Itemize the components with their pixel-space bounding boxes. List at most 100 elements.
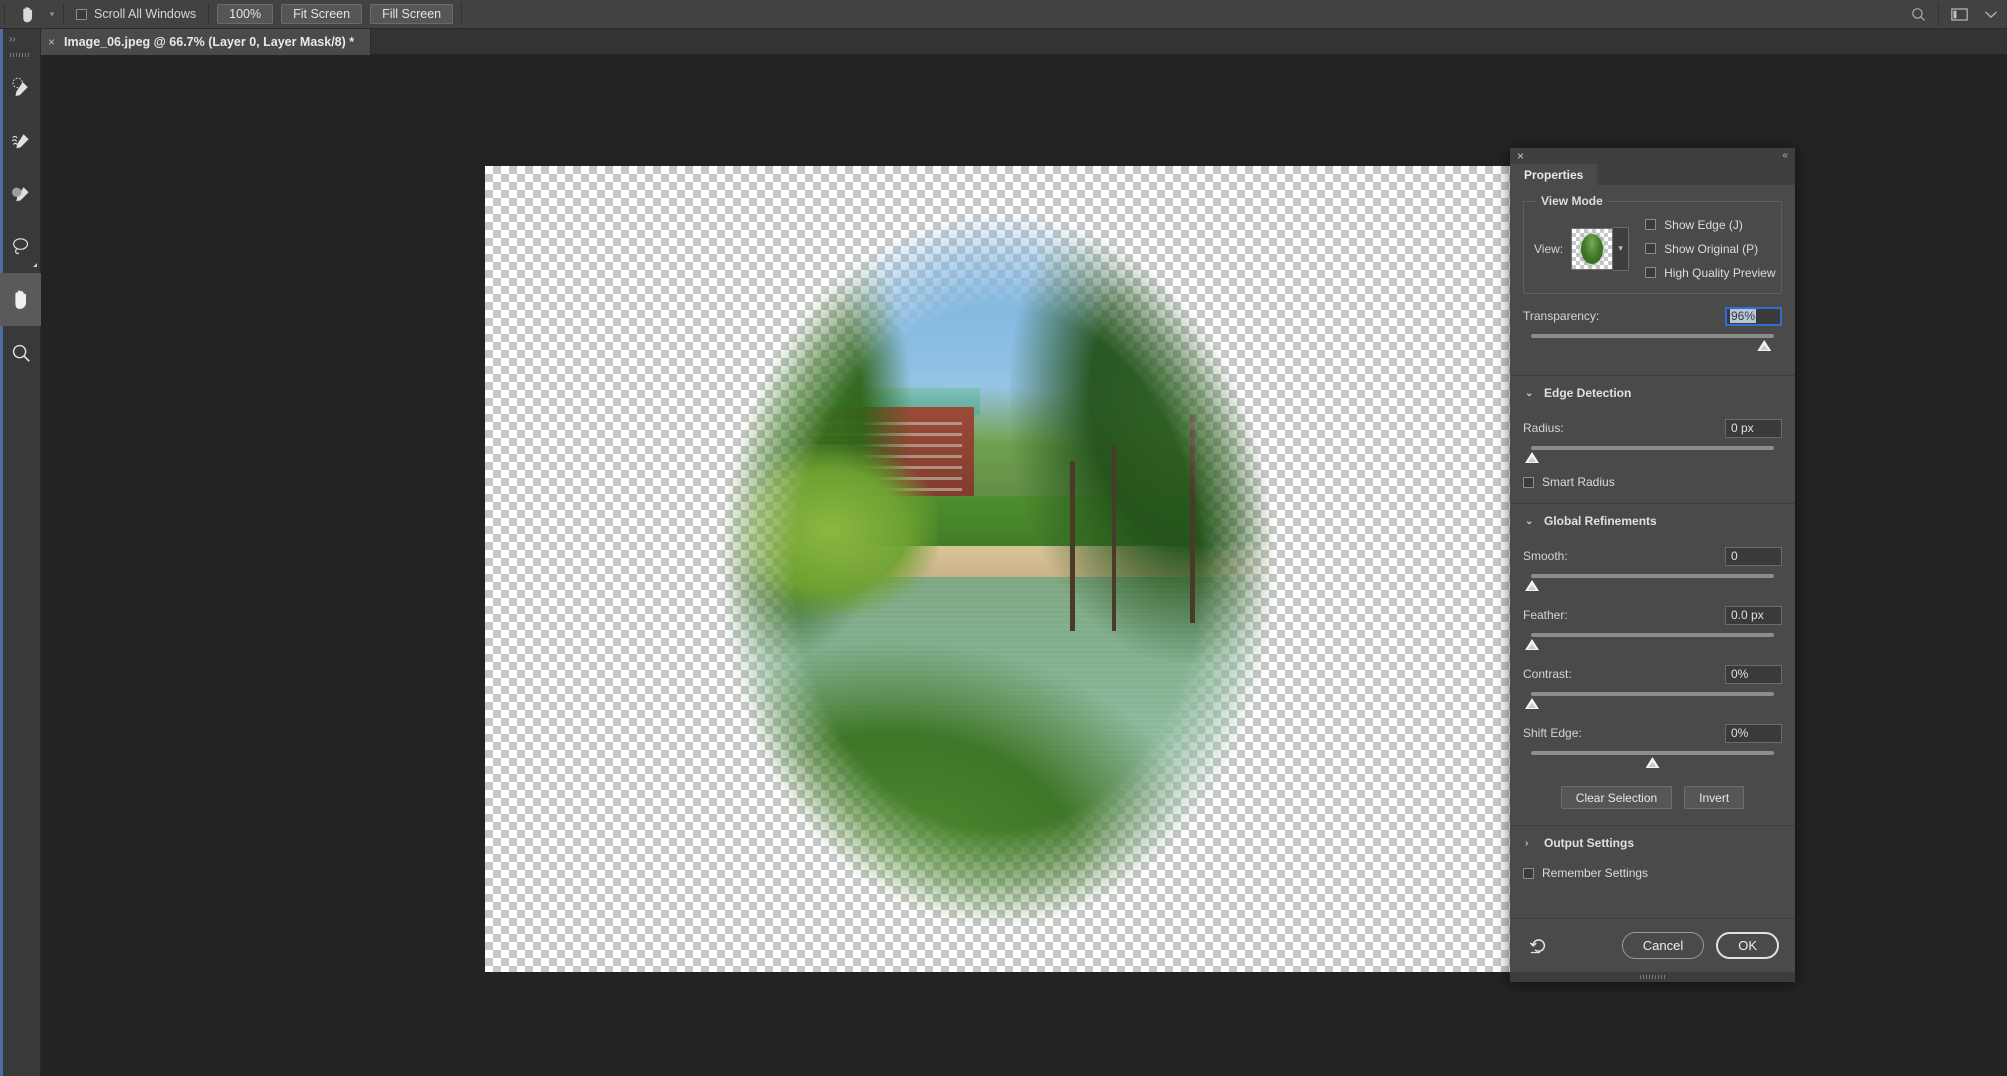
hand-tool-icon[interactable] <box>9 0 45 29</box>
output-settings-header[interactable]: › Output Settings <box>1523 830 1782 856</box>
show-original-label: Show Original (P) <box>1664 241 1759 256</box>
options-bar-divider-4 <box>461 3 463 25</box>
checkbox-box <box>1645 267 1657 278</box>
view-selector[interactable]: View: ▾ <box>1534 226 1630 271</box>
document-tab-title: Image_06.jpeg @ 66.7% (Layer 0, Layer Ma… <box>64 35 355 49</box>
workspace-chevron-down-icon[interactable] <box>1975 0 2007 29</box>
slider-knob[interactable] <box>1525 639 1539 650</box>
view-mode-checkboxes: Show Edge (J) Show Original (P) High Qua… <box>1645 218 1776 280</box>
panel-collapse-icon[interactable]: « <box>1782 150 1787 162</box>
tab-properties[interactable]: Properties <box>1510 164 1598 185</box>
cancel-button[interactable]: Cancel <box>1621 932 1705 959</box>
panel-tab-strip: Properties <box>1510 164 1795 185</box>
tree-trunk-3 <box>1190 414 1195 624</box>
refine-edge-brush-tool[interactable] <box>0 114 41 167</box>
contrast-slider[interactable] <box>1523 689 1782 711</box>
global-refinements-header[interactable]: ⌄ Global Refinements <box>1523 508 1782 534</box>
high-quality-preview-label: High Quality Preview <box>1664 265 1776 280</box>
close-icon[interactable]: × <box>48 36 55 48</box>
refinement-buttons: Clear Selection Invert <box>1510 786 1795 809</box>
section-divider-3 <box>1510 825 1795 826</box>
checkbox-box <box>1523 476 1534 488</box>
options-bar-divider-2 <box>63 3 64 25</box>
contrast-input[interactable]: 0% <box>1725 664 1782 684</box>
shift-edge-slider[interactable] <box>1523 748 1782 770</box>
transparency-slider[interactable] <box>1523 331 1782 353</box>
remember-settings-label: Remember Settings <box>1542 866 1649 880</box>
document-tab[interactable]: × Image_06.jpeg @ 66.7% (Layer 0, Layer … <box>40 29 372 55</box>
feather-slider[interactable] <box>1523 630 1782 652</box>
global-refinements-title: Global Refinements <box>1544 514 1657 528</box>
feather-input[interactable]: 0.0 px <box>1725 605 1782 625</box>
document-canvas[interactable] <box>485 166 1511 972</box>
radius-row: Radius: 0 px <box>1510 418 1795 465</box>
fit-screen-button[interactable]: Fit Screen <box>281 4 363 24</box>
radius-slider[interactable] <box>1523 443 1782 465</box>
section-divider-1 <box>1510 375 1795 376</box>
transparency-value: 96% <box>1730 309 1757 323</box>
reset-arrow-icon[interactable] <box>1526 933 1552 959</box>
invert-button[interactable]: Invert <box>1684 786 1745 809</box>
smart-radius-checkbox[interactable]: Smart Radius <box>1523 475 1782 489</box>
feather-row: Feather: 0.0 px <box>1510 605 1795 652</box>
slider-track <box>1531 446 1774 450</box>
high-quality-preview-checkbox[interactable]: High Quality Preview <box>1645 265 1776 280</box>
brush-tool[interactable] <box>0 167 41 220</box>
shift-edge-row: Shift Edge: 0% <box>1510 723 1795 770</box>
zoom-100-button[interactable]: 100% <box>217 4 274 24</box>
feather-label: Feather: <box>1523 608 1568 622</box>
show-edge-checkbox[interactable]: Show Edge (J) <box>1645 218 1775 232</box>
panel-body: View Mode View: ▾ Show Edge (J) Show Ori… <box>1510 185 1795 880</box>
view-mode-group: View Mode View: ▾ Show Edge (J) Show Ori… <box>1523 194 1782 294</box>
search-icon[interactable] <box>1902 0 1934 29</box>
scroll-all-windows-checkbox[interactable]: Scroll All Windows <box>68 7 204 21</box>
view-chevron-down-icon[interactable]: ▾ <box>1613 226 1630 271</box>
properties-panel: × « Properties View Mode View: ▾ Show Ed… <box>1510 148 1795 982</box>
edge-detection-header[interactable]: ⌄ Edge Detection <box>1523 380 1782 406</box>
smooth-slider[interactable] <box>1523 571 1782 593</box>
slider-track <box>1531 692 1774 696</box>
slider-knob[interactable] <box>1757 340 1772 351</box>
smooth-input[interactable]: 0 <box>1725 546 1782 566</box>
clear-selection-button[interactable]: Clear Selection <box>1560 786 1673 809</box>
view-label: View: <box>1534 241 1564 256</box>
view-preview-oval <box>1581 233 1604 264</box>
twirl-down-icon: ⌄ <box>1525 515 1534 527</box>
fill-screen-button[interactable]: Fill Screen <box>370 4 454 24</box>
shift-edge-input[interactable]: 0% <box>1725 723 1782 743</box>
tree-trunk-1 <box>1070 460 1075 631</box>
radius-input[interactable]: 0 px <box>1725 418 1782 438</box>
panel-resize-grip[interactable] <box>1510 972 1795 982</box>
lasso-tool[interactable] <box>0 220 41 273</box>
smart-radius-label: Smart Radius <box>1542 475 1615 489</box>
tool-preset-chevron-down-icon[interactable]: ▾ <box>45 0 59 29</box>
smooth-row: Smooth: 0 <box>1510 546 1795 593</box>
zoom-tool[interactable] <box>0 326 41 379</box>
global-refinements-section: ⌄ Global Refinements <box>1510 508 1795 534</box>
workspace-switcher-icon[interactable] <box>1943 0 1975 29</box>
foreground-foliage <box>710 630 1226 955</box>
view-preview-thumbnail[interactable] <box>1571 227 1614 270</box>
slider-knob[interactable] <box>1525 452 1539 463</box>
grip-dots <box>1639 975 1666 979</box>
quick-selection-tool[interactable] <box>0 61 41 114</box>
masked-photo-oval <box>698 183 1298 955</box>
options-bar-divider-5 <box>1938 3 1939 26</box>
slider-knob[interactable] <box>1645 757 1660 768</box>
slider-knob[interactable] <box>1525 698 1539 709</box>
ok-button[interactable]: OK <box>1716 932 1779 959</box>
hand-tool[interactable] <box>0 273 41 326</box>
contrast-row: Contrast: 0% <box>1510 664 1795 711</box>
options-bar-divider <box>4 3 5 25</box>
remember-settings-checkbox[interactable]: Remember Settings <box>1523 866 1782 880</box>
remember-settings-row: Remember Settings <box>1510 866 1795 880</box>
panel-close-icon[interactable]: × <box>1517 149 1524 163</box>
slider-knob[interactable] <box>1525 580 1539 591</box>
show-original-checkbox[interactable]: Show Original (P) <box>1645 242 1775 256</box>
view-mode-legend: View Mode <box>1536 194 1608 208</box>
tools-panel: ›› <box>0 29 41 1076</box>
toolbar-expand-icon[interactable]: ›› <box>0 29 40 49</box>
smooth-label: Smooth: <box>1523 549 1568 563</box>
toolbar-grip[interactable] <box>0 49 40 61</box>
transparency-input[interactable]: 96% <box>1725 306 1782 326</box>
